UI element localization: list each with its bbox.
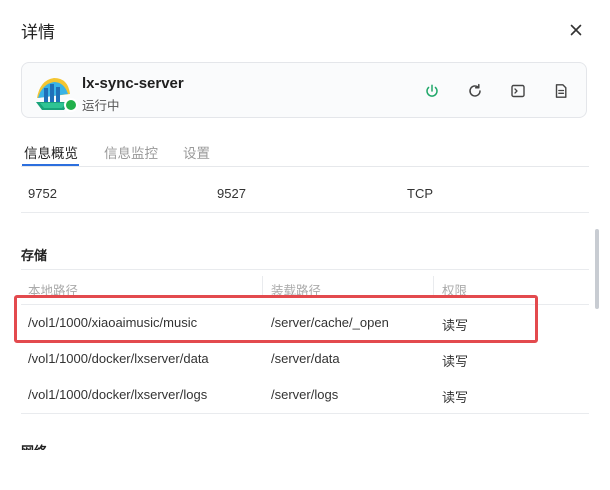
storage-section-title: 存储: [21, 248, 48, 263]
log-button[interactable]: [551, 81, 571, 101]
log-document-icon: [555, 84, 567, 98]
host-port: 9752: [28, 186, 57, 201]
storage-table: 本地路径 装载路径 权限 /vol1/1000/xiaoaimusic/musi…: [21, 269, 589, 414]
network-section-title-clipped: 网络: [21, 444, 81, 450]
container-port: 9527: [217, 186, 246, 201]
tab-settings[interactable]: 设置: [183, 142, 210, 162]
restart-button[interactable]: [465, 81, 485, 101]
column-header-permission: 权限: [442, 284, 468, 298]
power-icon: [426, 84, 438, 97]
app-card: lx-sync-server 运行中: [21, 62, 587, 118]
tab-monitor[interactable]: 信息监控: [104, 142, 158, 162]
table-header: 本地路径 装载路径 权限: [21, 269, 589, 305]
tab-overview[interactable]: 信息概览: [24, 142, 78, 162]
running-status-dot: [64, 98, 78, 112]
mount-path-cell: /server/data: [271, 351, 340, 366]
port-row: 9752 9527 TCP: [21, 177, 589, 213]
scrollbar-thumb[interactable]: [595, 229, 599, 309]
local-path-cell: /vol1/1000/docker/lxserver/logs: [28, 387, 208, 402]
dialog-title: 详情: [21, 23, 55, 42]
column-header-local-path: 本地路径: [28, 284, 79, 298]
close-icon: [570, 24, 582, 36]
mount-path-cell: /server/logs: [271, 387, 339, 402]
local-path-cell: /vol1/1000/docker/lxserver/data: [28, 351, 209, 366]
permission-cell: 读写: [442, 354, 469, 369]
table-bottom-border: [21, 413, 589, 414]
power-button[interactable]: [422, 81, 442, 101]
close-button[interactable]: [566, 20, 586, 40]
active-tab-indicator: [22, 164, 79, 166]
app-status: 运行中: [82, 99, 120, 113]
table-row: /vol1/1000/docker/lxserver/data /server/…: [21, 341, 589, 377]
app-name: lx-sync-server: [82, 75, 184, 92]
table-row: /vol1/1000/docker/lxserver/logs /server/…: [21, 377, 589, 413]
terminal-icon: [511, 84, 525, 98]
column-header-mount-path: 装载路径: [271, 284, 322, 298]
refresh-icon: [469, 83, 481, 97]
app-logo: [34, 72, 78, 112]
permission-cell: 读写: [442, 318, 469, 333]
network-section-title: 网络: [21, 444, 81, 450]
column-divider: [433, 276, 434, 298]
port-protocol: TCP: [407, 186, 433, 201]
terminal-button[interactable]: [508, 81, 528, 101]
table-row: /vol1/1000/xiaoaimusic/music /server/cac…: [21, 305, 589, 341]
permission-cell: 读写: [442, 390, 469, 405]
local-path-cell: /vol1/1000/xiaoaimusic/music: [28, 315, 198, 330]
mount-path-cell: /server/cache/_open: [271, 315, 389, 330]
column-divider: [262, 276, 263, 298]
details-dialog: 详情 lx-sync-server 运行中 信息概览 信息监控 设置 9752 …: [0, 0, 610, 490]
tab-bar: 信息概览 信息监控 设置: [21, 142, 589, 167]
